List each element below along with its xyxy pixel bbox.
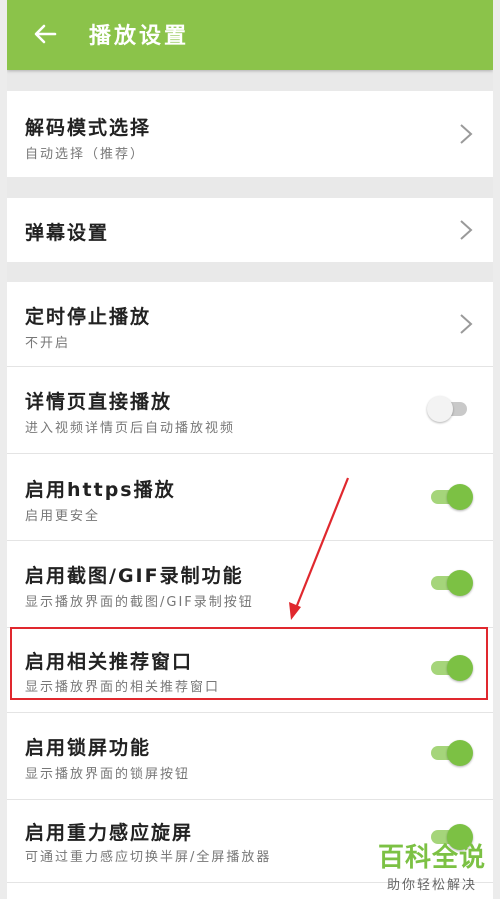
- toggle-switch-on[interactable]: [427, 480, 473, 514]
- chevron-right-icon: [460, 124, 473, 144]
- setting-decode-mode[interactable]: 解码模式选择 自动选择（推荐）: [7, 91, 493, 177]
- page-title: 播放设置: [89, 24, 190, 49]
- toggle-knob: [447, 570, 473, 596]
- setting-subtitle: 显示播放界面的锁屏按钮: [25, 767, 191, 782]
- setting-title: 启用重力感应旋屏: [25, 822, 194, 844]
- setting-lock-screen[interactable]: 启用锁屏功能 显示播放界面的锁屏按钮: [7, 713, 493, 799]
- toggle-knob: [447, 740, 473, 766]
- setting-subtitle: 不开启: [25, 336, 71, 351]
- setting-title: 弹幕设置: [25, 222, 110, 244]
- setting-title: 解码模式选择: [25, 117, 152, 139]
- setting-related-recommend[interactable]: 启用相关推荐窗口 显示播放界面的相关推荐窗口: [7, 628, 493, 712]
- app-bar: 播放设置: [7, 0, 493, 70]
- settings-screen: 播放设置 解码模式选择 自动选择（推荐） 弹幕设置 定时停止播放 不开启 详情页…: [7, 0, 493, 899]
- toggle-switch-on[interactable]: [427, 736, 473, 770]
- watermark-logo: 百科全说 助你轻松解决: [378, 837, 486, 893]
- toggle-knob: [447, 484, 473, 510]
- watermark-main: 百科全说: [377, 843, 486, 873]
- toggle-switch-on[interactable]: [427, 566, 473, 600]
- setting-title: 启用截图/GIF录制功能: [25, 565, 244, 587]
- chevron-right-icon: [460, 220, 473, 240]
- setting-timer-stop[interactable]: 定时停止播放 不开启: [7, 282, 493, 366]
- setting-subtitle: 启用更安全: [25, 509, 101, 524]
- setting-subtitle: 显示播放界面的截图/GIF录制按钮: [25, 595, 254, 610]
- setting-subtitle: 可通过重力感应切换半屏/全屏播放器: [25, 850, 272, 865]
- setting-title: 启用锁屏功能: [25, 737, 152, 759]
- setting-subtitle: 自动选择（推荐）: [25, 147, 146, 162]
- toggle-knob: [427, 396, 453, 422]
- arrow-left-icon[interactable]: [31, 20, 59, 48]
- setting-subtitle: 显示播放界面的相关推荐窗口: [25, 680, 221, 695]
- toggle-switch-on[interactable]: [427, 651, 473, 685]
- setting-title: 启用https播放: [25, 479, 176, 501]
- setting-title: 详情页直接播放: [25, 391, 173, 413]
- setting-title: 启用相关推荐窗口: [25, 651, 194, 673]
- setting-https-play[interactable]: 启用https播放 启用更安全: [7, 454, 493, 540]
- setting-title: 定时停止播放: [25, 306, 152, 328]
- setting-danmaku[interactable]: 弹幕设置: [7, 198, 493, 262]
- toggle-switch-off[interactable]: [427, 392, 473, 426]
- setting-screenshot-gif[interactable]: 启用截图/GIF录制功能 显示播放界面的截图/GIF录制按钮: [7, 541, 493, 627]
- toggle-knob: [447, 655, 473, 681]
- chevron-right-icon: [460, 314, 473, 334]
- setting-subtitle: 进入视频详情页后自动播放视频: [25, 421, 236, 436]
- watermark-sub: 助你轻松解决: [386, 878, 477, 893]
- setting-detail-autoplay[interactable]: 详情页直接播放 进入视频详情页后自动播放视频: [7, 367, 493, 453]
